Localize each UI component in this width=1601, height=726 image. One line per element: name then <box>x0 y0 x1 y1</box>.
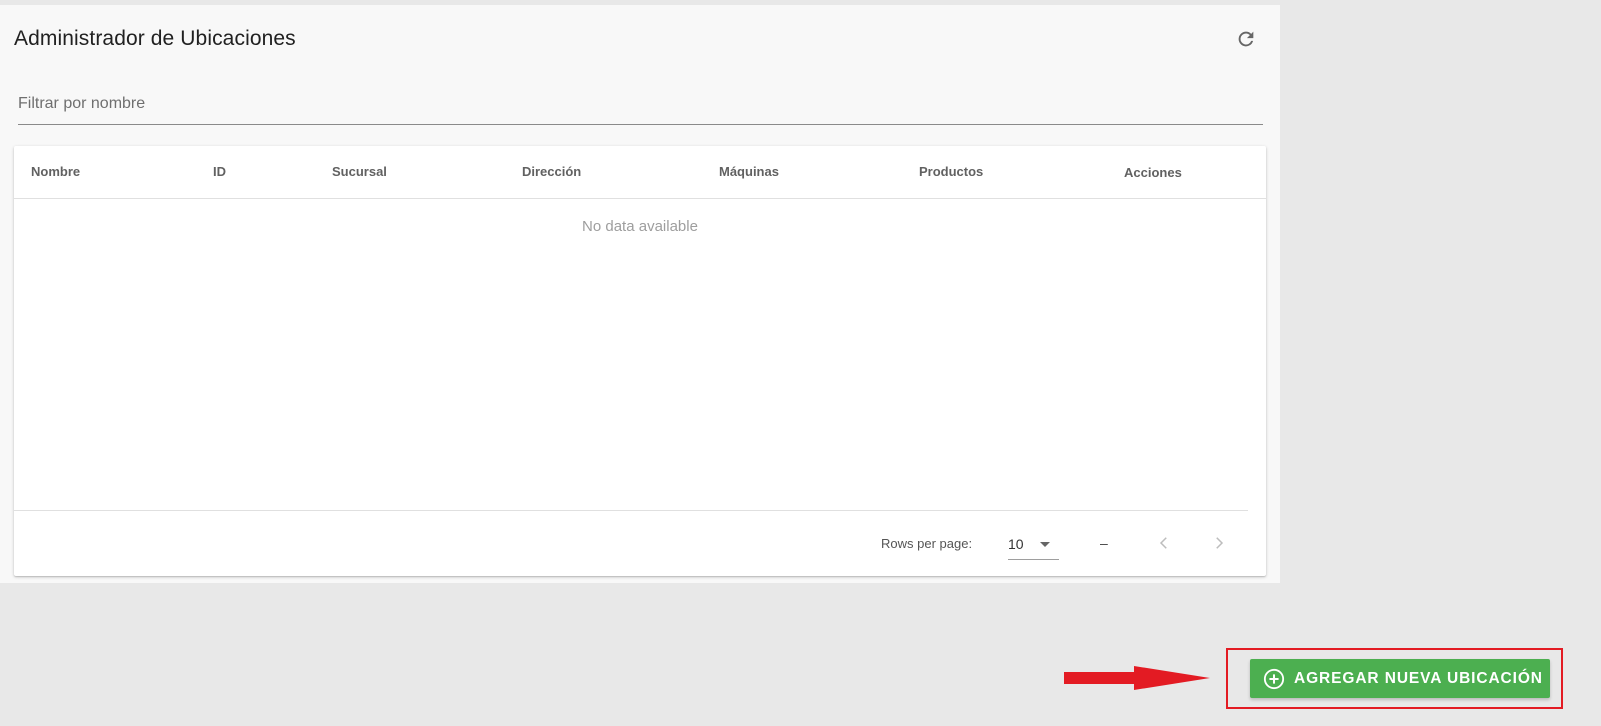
rows-per-page-value: 10 <box>1008 536 1024 552</box>
locations-panel: Administrador de Ubicaciones Nombre ID S… <box>0 5 1280 583</box>
table-header: Nombre ID Sucursal Dirección Máquinas Pr… <box>14 146 1266 199</box>
rows-per-page-select[interactable]: 10 <box>1008 530 1059 560</box>
filter-input[interactable] <box>18 85 1263 123</box>
column-header-productos[interactable]: Productos <box>919 164 983 179</box>
caret-down-icon <box>1040 542 1050 547</box>
column-header-maquinas[interactable]: Máquinas <box>719 164 779 179</box>
rows-per-page-label: Rows per page: <box>881 536 973 551</box>
column-header-sucursal[interactable]: Sucursal <box>332 164 387 179</box>
arrow-right-icon <box>1064 666 1210 690</box>
previous-page-button[interactable] <box>1152 531 1176 555</box>
next-page-button[interactable] <box>1207 531 1231 555</box>
refresh-icon <box>1238 31 1254 47</box>
column-header-acciones: Acciones <box>1124 165 1182 180</box>
chevron-left-icon <box>1159 537 1167 549</box>
locations-table: Nombre ID Sucursal Dirección Máquinas Pr… <box>14 146 1266 576</box>
empty-state-text: No data available <box>582 218 698 235</box>
add-location-label: AGREGAR NUEVA UBICACIÓN <box>1294 669 1543 687</box>
filter-field <box>18 85 1263 125</box>
column-header-direccion[interactable]: Dirección <box>522 164 581 179</box>
add-location-button[interactable]: AGREGAR NUEVA UBICACIÓN <box>1250 659 1550 698</box>
plus-circle-icon <box>1263 668 1285 689</box>
column-header-id[interactable]: ID <box>213 164 226 179</box>
column-header-nombre[interactable]: Nombre <box>31 164 80 179</box>
chevron-right-icon <box>1216 537 1224 549</box>
table-footer-divider <box>14 510 1248 511</box>
refresh-button[interactable] <box>1232 25 1260 53</box>
page-title: Administrador de Ubicaciones <box>14 27 296 50</box>
page-range-text: – <box>1100 535 1108 551</box>
